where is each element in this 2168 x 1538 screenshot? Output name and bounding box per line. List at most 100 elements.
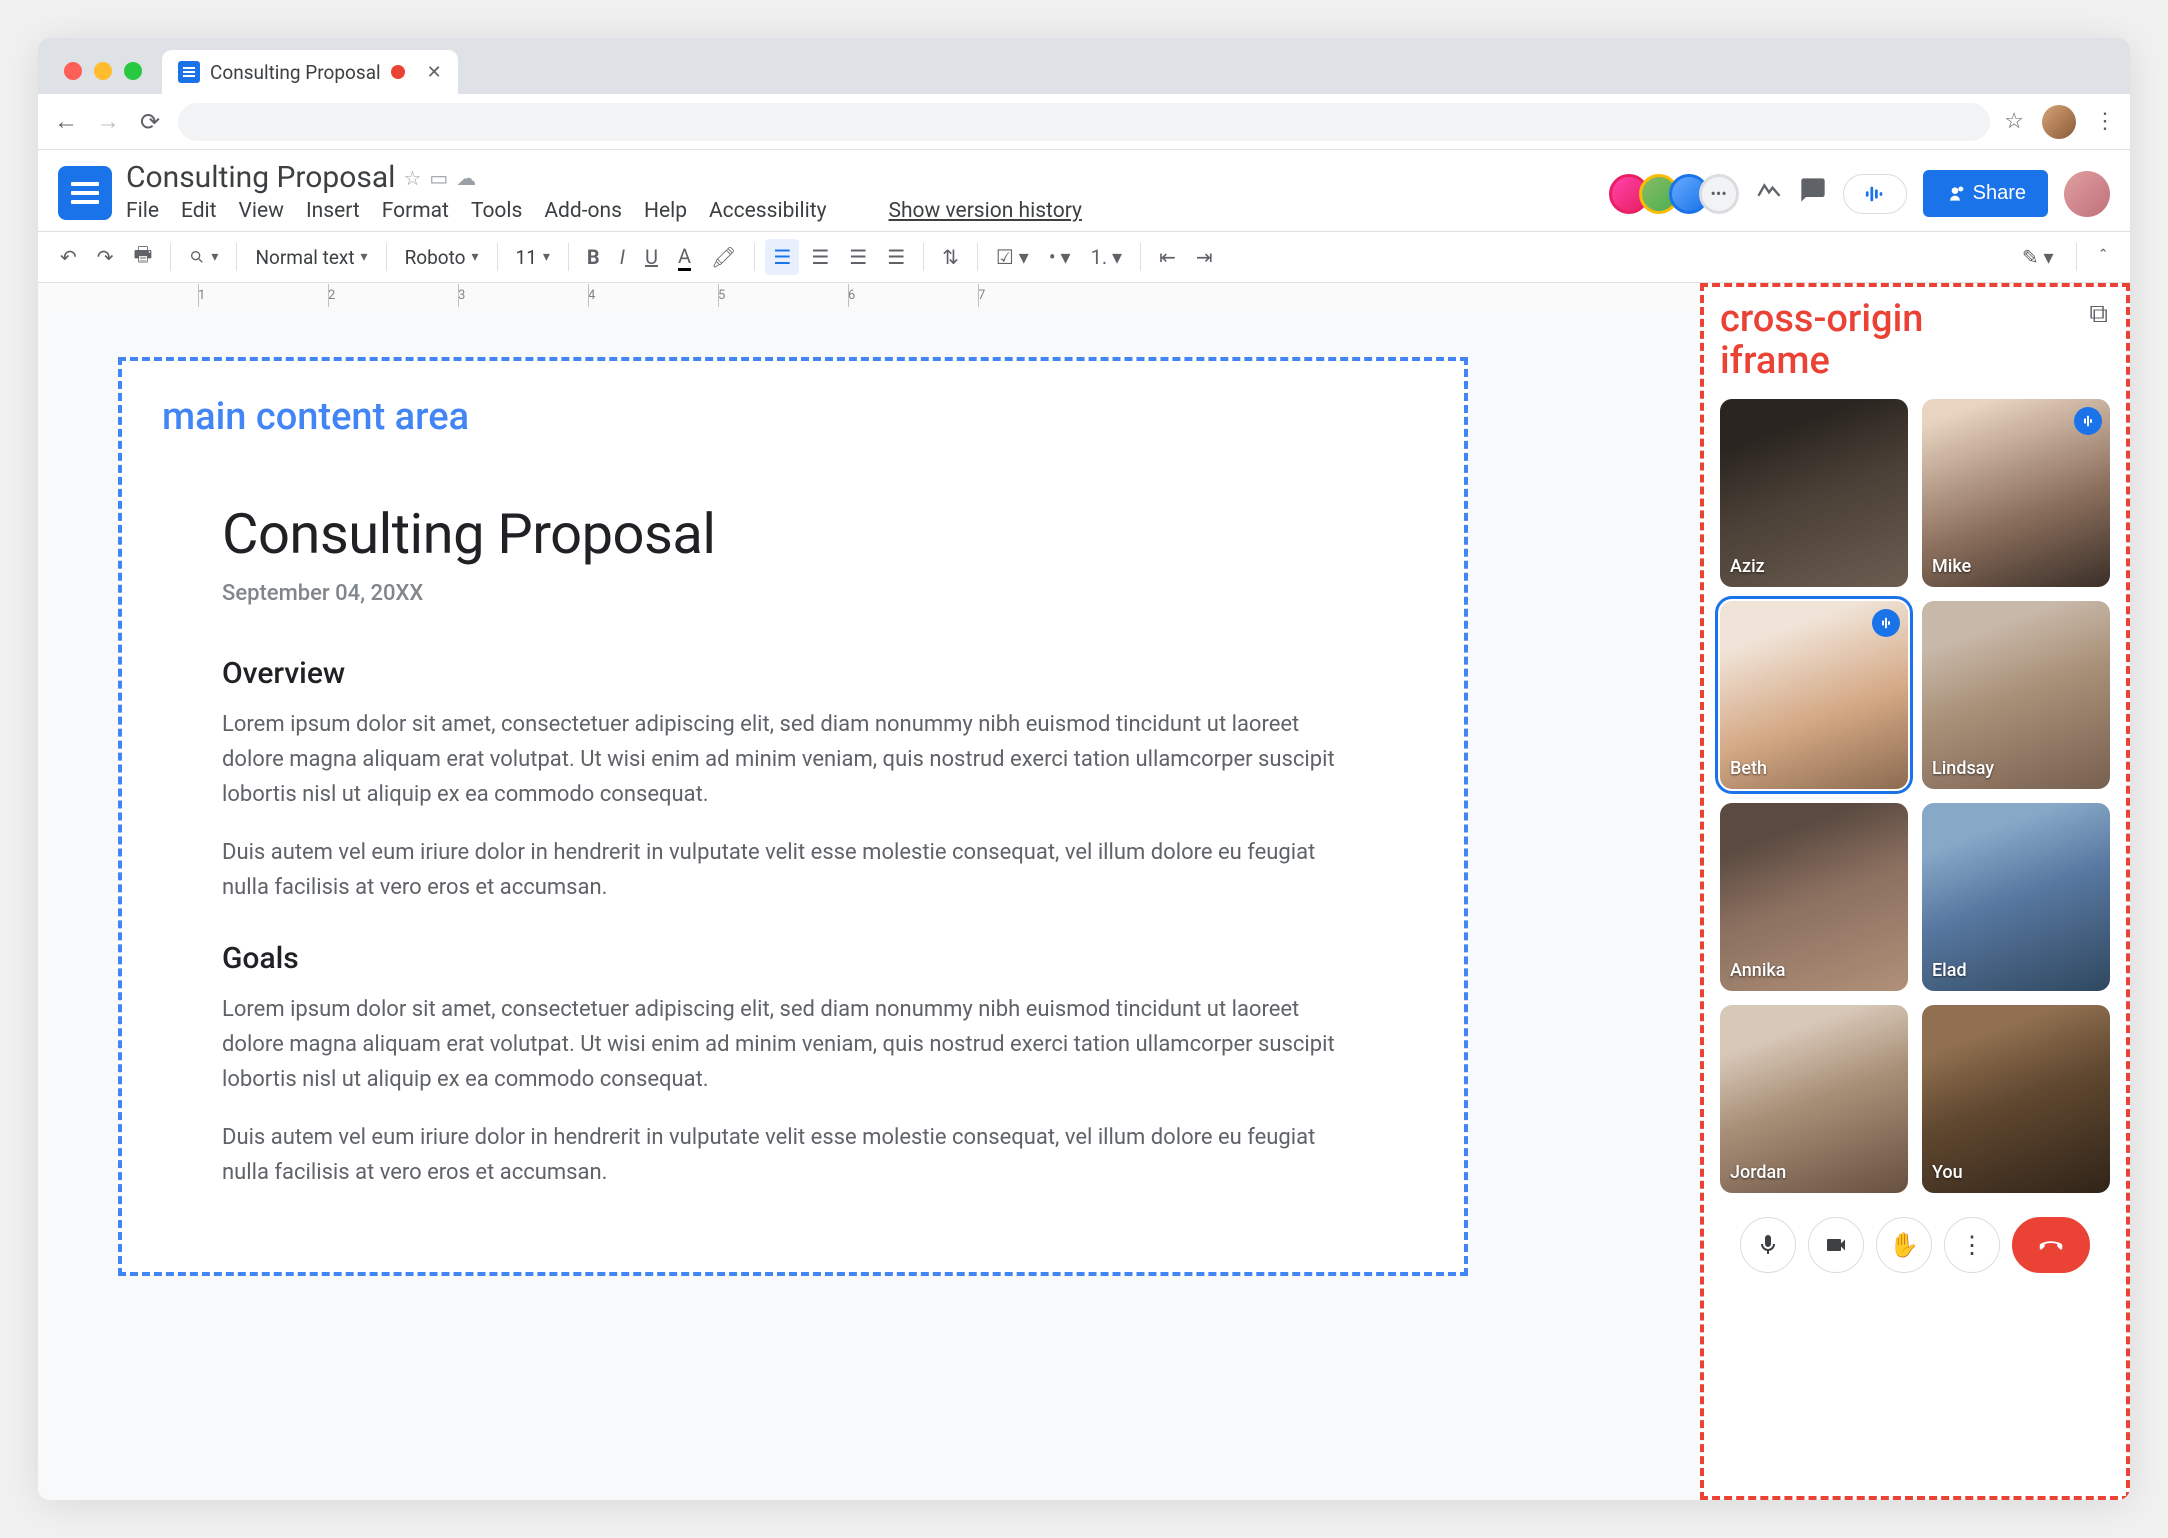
italic-icon[interactable]: I: [612, 239, 633, 275]
doc-heading-2[interactable]: Overview: [222, 656, 1364, 691]
font-size-select[interactable]: 11: [508, 242, 558, 273]
more-options-button[interactable]: ⋮: [1944, 1217, 2000, 1273]
participant-tile[interactable]: Aziz: [1720, 399, 1908, 587]
header-right: ••• Share: [1619, 170, 2110, 217]
menu-insert[interactable]: Insert: [306, 199, 360, 223]
docs-logo-icon[interactable]: [58, 166, 112, 220]
align-center-icon[interactable]: ☰: [803, 239, 837, 275]
doc-paragraph[interactable]: Lorem ipsum dolor sit amet, consectetuer…: [222, 992, 1364, 1098]
undo-icon[interactable]: ↶: [52, 239, 85, 275]
recording-indicator-icon: [391, 65, 405, 79]
underline-icon[interactable]: U: [637, 239, 666, 275]
menu-format[interactable]: Format: [382, 199, 449, 223]
bold-icon[interactable]: B: [579, 239, 608, 275]
menu-edit[interactable]: Edit: [181, 199, 217, 223]
mute-mic-button[interactable]: [1740, 1217, 1796, 1273]
text-color-icon[interactable]: A: [670, 238, 699, 277]
back-icon[interactable]: ←: [52, 107, 80, 136]
doc-heading-1[interactable]: Consulting Proposal: [222, 501, 1364, 567]
separator: [568, 243, 569, 271]
doc-heading-2[interactable]: Goals: [222, 941, 1364, 976]
participant-name: Jordan: [1730, 1162, 1786, 1183]
print-icon[interactable]: 🖶: [126, 234, 161, 280]
participant-tile[interactable]: Beth: [1720, 601, 1908, 789]
hide-menus-icon[interactable]: ˆ: [2091, 239, 2116, 275]
checklist-icon[interactable]: ☑ ▾: [988, 239, 1037, 275]
share-button[interactable]: Share: [1923, 170, 2048, 217]
menu-accessibility[interactable]: Accessibility: [709, 199, 827, 223]
ruler-tick: 1: [198, 288, 328, 303]
participant-tile[interactable]: Jordan: [1720, 1005, 1908, 1193]
star-icon[interactable]: ☆: [403, 166, 421, 190]
menu-addons[interactable]: Add-ons: [544, 199, 622, 223]
separator: [170, 243, 171, 271]
document-page[interactable]: main content area Consulting Proposal Se…: [118, 357, 1468, 1276]
align-justify-icon[interactable]: ☰: [879, 239, 913, 275]
comments-icon[interactable]: [1799, 176, 1827, 211]
popout-icon[interactable]: ⧉: [2089, 299, 2108, 330]
align-right-icon[interactable]: ☰: [841, 239, 875, 275]
activity-icon[interactable]: [1755, 176, 1783, 211]
tab-title: Consulting Proposal: [210, 61, 381, 84]
participant-tile[interactable]: Lindsay: [1922, 601, 2110, 789]
bulleted-list-icon[interactable]: • ▾: [1041, 239, 1079, 275]
browser-tab[interactable]: Consulting Proposal ✕: [162, 50, 458, 94]
collaborator-more[interactable]: •••: [1699, 174, 1739, 214]
document-area: 1 2 3 4 5 6 7 main content area Consulti…: [38, 283, 1700, 1500]
menu-help[interactable]: Help: [644, 199, 687, 223]
formatting-toolbar: ↶ ↷ 🖶 Normal text Roboto 11 B I U A 🖍 ☰ …: [38, 231, 2130, 283]
maximize-window-icon[interactable]: [124, 62, 142, 80]
align-left-icon[interactable]: ☰: [765, 239, 799, 275]
indent-icon[interactable]: ⇥: [1188, 239, 1221, 275]
participant-tile[interactable]: You: [1922, 1005, 2110, 1193]
separator: [2076, 243, 2077, 271]
ruler[interactable]: 1 2 3 4 5 6 7: [38, 283, 1700, 307]
bookmark-star-icon[interactable]: ☆: [2004, 109, 2024, 134]
minimize-window-icon[interactable]: [94, 62, 112, 80]
doc-paragraph[interactable]: Lorem ipsum dolor sit amet, consectetuer…: [222, 707, 1364, 813]
line-spacing-icon[interactable]: ⇅: [934, 239, 967, 275]
ruler-tick: 3: [458, 288, 588, 303]
move-folder-icon[interactable]: ▭: [429, 166, 448, 190]
forward-icon[interactable]: →: [94, 107, 122, 136]
zoom-select[interactable]: [181, 245, 226, 269]
menu-bar: File Edit View Insert Format Tools Add-o…: [126, 199, 1605, 223]
close-window-icon[interactable]: [64, 62, 82, 80]
ruler-tick: 2: [328, 288, 458, 303]
reload-icon[interactable]: ⟳: [136, 108, 164, 136]
browser-menu-icon[interactable]: ⋮: [2094, 109, 2116, 134]
highlight-icon[interactable]: 🖍: [703, 239, 744, 275]
camera-button[interactable]: [1808, 1217, 1864, 1273]
account-avatar[interactable]: [2064, 171, 2110, 217]
doc-date[interactable]: September 04, 20XX: [222, 581, 1364, 606]
paragraph-style-select[interactable]: Normal text: [247, 242, 375, 273]
meet-sidebar: ⧉ cross-origin iframe Aziz Mike Beth Lin…: [1700, 283, 2130, 1500]
url-input[interactable]: [178, 103, 1990, 141]
document-canvas[interactable]: main content area Consulting Proposal Se…: [38, 307, 1700, 1500]
document-title[interactable]: Consulting Proposal: [126, 160, 395, 195]
editing-mode-icon[interactable]: ✎ ▾: [2014, 239, 2062, 275]
font-select[interactable]: Roboto: [397, 242, 487, 273]
menu-tools[interactable]: Tools: [471, 199, 522, 223]
version-history-link[interactable]: Show version history: [889, 199, 1082, 223]
menu-view[interactable]: View: [239, 199, 284, 223]
browser-profile-avatar[interactable]: [2042, 105, 2076, 139]
end-call-button[interactable]: [2012, 1217, 2090, 1273]
collaborators[interactable]: •••: [1619, 174, 1739, 214]
doc-paragraph[interactable]: Duis autem vel eum iriure dolor in hendr…: [222, 1120, 1364, 1190]
outdent-icon[interactable]: ⇤: [1151, 239, 1184, 275]
doc-paragraph[interactable]: Duis autem vel eum iriure dolor in hendr…: [222, 835, 1364, 905]
redo-icon[interactable]: ↷: [89, 239, 122, 275]
ruler-tick: 7: [978, 288, 1108, 303]
meet-join-button[interactable]: [1843, 174, 1907, 214]
participant-grid: Aziz Mike Beth Lindsay Annika Elad Jorda…: [1720, 399, 2110, 1193]
raise-hand-button[interactable]: ✋: [1876, 1217, 1932, 1273]
participant-tile[interactable]: Elad: [1922, 803, 2110, 991]
participant-tile[interactable]: Mike: [1922, 399, 2110, 587]
numbered-list-icon[interactable]: 1. ▾: [1083, 239, 1131, 275]
close-tab-icon[interactable]: ✕: [427, 62, 442, 83]
separator: [1140, 243, 1141, 271]
meet-controls: ✋ ⋮: [1720, 1217, 2110, 1281]
participant-tile[interactable]: Annika: [1720, 803, 1908, 991]
menu-file[interactable]: File: [126, 199, 159, 223]
